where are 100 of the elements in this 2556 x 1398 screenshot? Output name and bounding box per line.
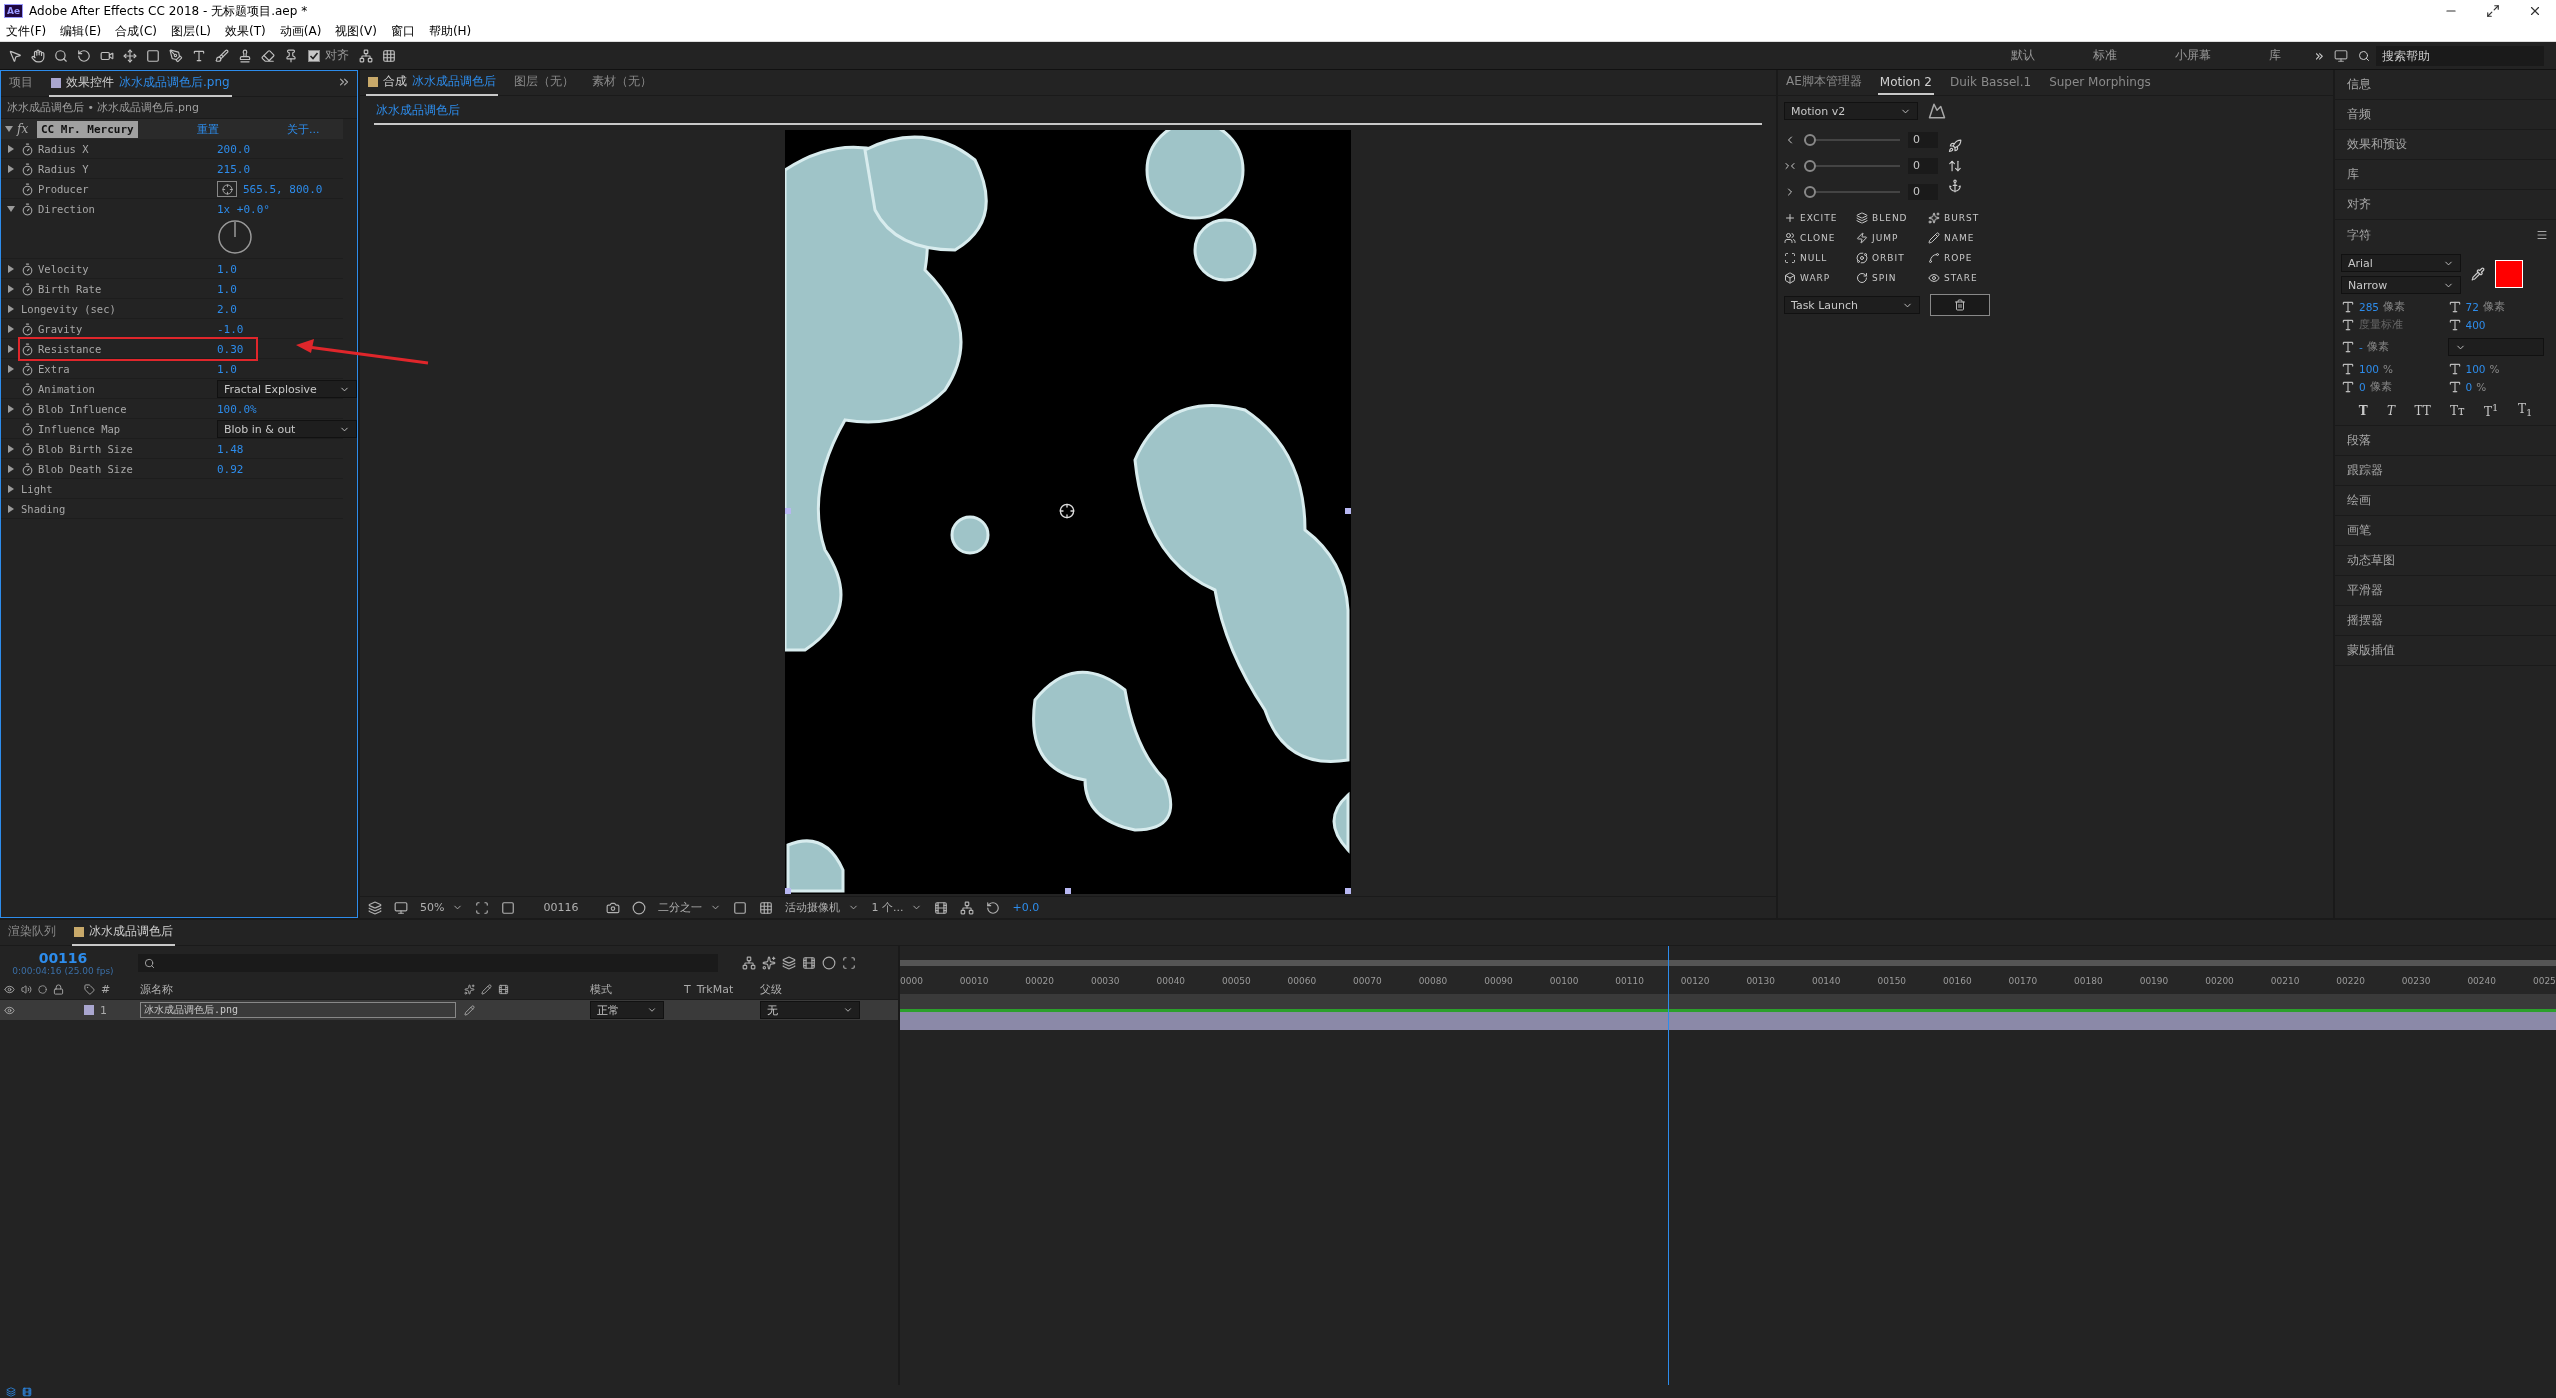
mode-dropdown[interactable]: 正常 [590,1001,664,1019]
grid-icon[interactable] [382,48,396,63]
delete-button[interactable] [1930,294,1990,316]
eye-icon[interactable] [4,984,15,995]
twirl-toggle[interactable] [7,285,15,293]
tracking-value[interactable]: 400 [2465,319,2486,331]
angle-dial[interactable] [217,219,253,255]
twirl-toggle[interactable] [7,465,15,473]
resize-handle[interactable] [785,887,791,894]
fx-label[interactable]: fx [17,122,29,136]
stopwatch-icon[interactable] [21,282,34,296]
text-icon[interactable] [192,48,206,63]
slider-thumb[interactable] [1804,134,1816,146]
pan-icon[interactable] [123,48,137,63]
motion-tool-button[interactable]: ORBIT [1856,252,1905,264]
property-value[interactable]: 565.5, 800.0 [243,182,323,196]
property-value[interactable]: 1.0 [217,262,237,276]
exposure-value[interactable]: +0.0 [1012,901,1040,914]
stopwatch-icon[interactable] [21,442,34,456]
panel-header[interactable]: 库 [2335,160,2556,190]
twirl-toggle[interactable] [7,205,15,213]
twirl-toggle[interactable] [7,265,15,273]
panel-header[interactable]: 段落 [2335,426,2556,456]
property-value[interactable]: 200.0 [217,142,251,156]
restore-icon[interactable] [2486,4,2500,18]
baseline-shift-value[interactable]: 0 [2359,381,2366,393]
slider-thumb[interactable] [1804,160,1816,172]
property-dropdown[interactable]: Fractal Explosive [217,380,357,398]
stroke-width-value[interactable]: - [2359,341,2363,353]
workspace-tab[interactable]: 小屏幕 [2150,47,2235,64]
panel-tab[interactable]: 合成 冰水成品调色后 [366,69,498,96]
font-dropdown[interactable]: Arial [2341,254,2461,272]
panel-tab[interactable]: 项目 [7,70,35,97]
brush-icon[interactable] [215,48,229,63]
twirl-toggle[interactable] [7,505,15,513]
stopwatch-icon[interactable] [21,342,34,356]
text-style-button[interactable]: T [2358,402,2368,419]
menu-item[interactable]: 动画(A) [279,23,322,40]
view-layout-dropdown[interactable]: 1 个... [871,900,923,915]
text-style-button[interactable]: T [2387,402,2396,419]
timecode[interactable]: 00116 [527,901,595,914]
panel-tab[interactable]: 渲染队列 [6,919,58,946]
flowchart-icon[interactable] [960,900,975,915]
rectangle-icon[interactable] [146,48,160,63]
audio-icon[interactable] [21,984,32,995]
workspace-tab[interactable]: 库 [2244,47,2305,64]
menu-item[interactable]: 视图(V) [335,23,377,40]
twirl-toggle[interactable] [7,365,15,373]
menu-item[interactable]: 编辑(E) [60,23,102,40]
number-field[interactable]: 0 [1908,132,1938,148]
panel-header[interactable]: 跟踪器 [2335,456,2556,486]
transparency-grid-icon[interactable] [759,900,774,915]
about-link[interactable]: 关于... [287,121,343,137]
reset-link[interactable]: 重置 [197,121,287,137]
property-value[interactable]: 2.0 [217,302,237,316]
property-value[interactable]: 1.48 [217,442,244,456]
text-style-button[interactable]: T$_{1}$ [2517,402,2533,419]
overflow-icon[interactable] [337,75,351,89]
panel-tab[interactable]: Duik Bassel.1 [1947,70,2034,95]
motion-tool-button[interactable]: NULL [1784,252,1828,264]
hand-icon[interactable] [31,48,45,63]
number-field[interactable]: 0 [1908,158,1938,174]
property-value[interactable]: 0.92 [217,462,244,476]
reset-exposure-icon[interactable] [986,900,1001,915]
stopwatch-icon[interactable] [21,422,34,436]
stopwatch-icon[interactable] [21,162,34,176]
panel-tab[interactable]: 素材（无） [590,69,654,96]
parent-dropdown[interactable]: 无 [760,1001,860,1019]
menu-item[interactable]: 帮助(H) [428,23,472,40]
motion-tool-button[interactable]: STARE [1928,272,1978,284]
twirl-toggle[interactable] [7,145,15,153]
property-value[interactable]: 1x +0.0° [217,202,270,216]
motion-tool-button[interactable]: CLONE [1784,232,1836,244]
resize-handle[interactable] [785,507,791,514]
zoom-dropdown[interactable]: 50% [420,901,464,914]
panel-header[interactable]: 摇摆器 [2335,606,2556,636]
stopwatch-icon[interactable] [21,262,34,276]
text-style-button[interactable]: TT [2414,402,2431,419]
stopwatch-icon[interactable] [21,322,34,336]
motion-tool-button[interactable]: NAME [1928,232,1975,244]
mountains-icon[interactable] [1928,102,1946,120]
lock-icon[interactable] [53,984,64,995]
panel-header[interactable]: 效果和预设 [2335,130,2556,160]
task-dropdown[interactable]: Task Launch [1784,296,1920,314]
twirl-toggle[interactable] [7,305,15,313]
anchor-icon[interactable] [1948,179,1962,193]
property-value[interactable]: 215.0 [217,162,251,176]
fill-color-swatch[interactable] [2495,260,2523,288]
label-icon[interactable] [84,984,95,995]
layer-search-field[interactable] [138,954,718,972]
stopwatch-icon[interactable] [21,402,34,416]
snapshot-icon[interactable] [606,900,621,915]
resize-handle[interactable] [1345,887,1351,894]
twirl-toggle[interactable] [7,325,15,333]
layer-row[interactable]: 1 冰水成品调色后.png 正常 无 [0,1000,898,1020]
horizontal-scale-value[interactable]: 100 [2465,363,2486,375]
panel-tab[interactable]: Motion 2 [1877,70,1934,95]
panel-header[interactable]: 对齐 [2335,190,2556,220]
menu-item[interactable]: 文件(F) [6,23,47,40]
twirl-toggle[interactable] [7,405,15,413]
